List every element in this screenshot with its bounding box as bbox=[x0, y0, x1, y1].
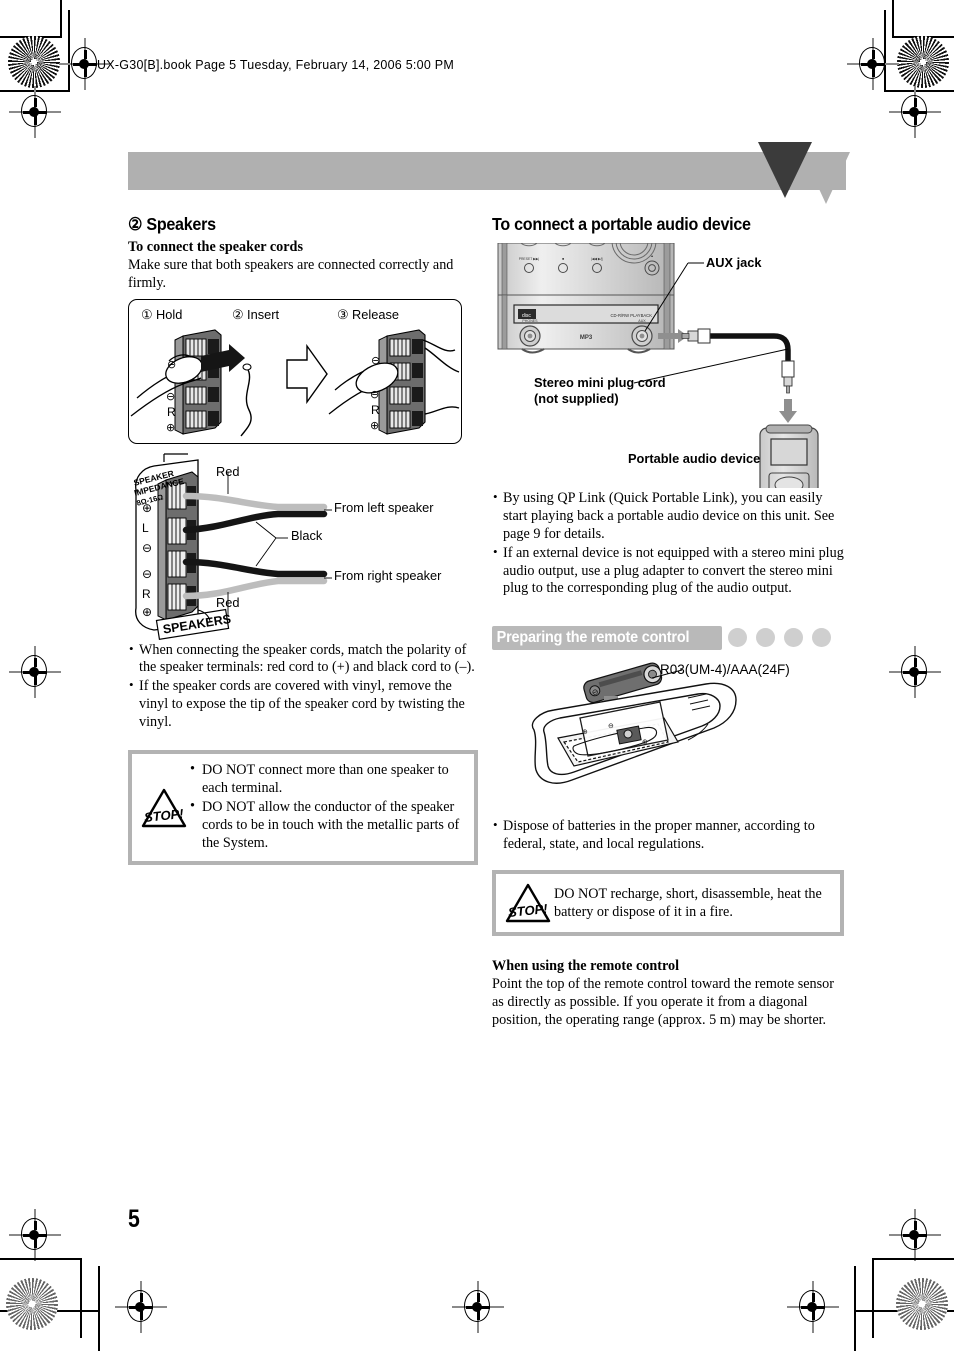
svg-text:⊖: ⊖ bbox=[142, 541, 152, 555]
registration-star-top-right bbox=[897, 36, 949, 88]
section-dot bbox=[756, 628, 775, 648]
remote-usage-text: Point the top of the remote control towa… bbox=[492, 976, 834, 1028]
svg-text:R: R bbox=[371, 403, 380, 417]
list-item: DO NOT allow the conductor of the speake… bbox=[190, 798, 464, 853]
speaker-caution-box: STOP! DO NOT connect more than one speak… bbox=[128, 749, 478, 866]
list-item: Dispose of batteries in the proper manne… bbox=[492, 817, 847, 854]
registration-mark-right-middle bbox=[889, 646, 941, 698]
section-dot bbox=[784, 628, 803, 648]
svg-text:⊖: ⊖ bbox=[371, 354, 380, 367]
registration-mark-left-upper bbox=[9, 86, 61, 138]
svg-text:⊖: ⊖ bbox=[142, 567, 152, 581]
svg-text:L: L bbox=[142, 521, 149, 535]
section-dot bbox=[728, 628, 747, 648]
svg-text:⊖: ⊖ bbox=[166, 390, 175, 403]
registration-mark-left-lower bbox=[9, 1209, 61, 1261]
svg-text:⊕: ⊕ bbox=[142, 501, 152, 515]
svg-text:⊕: ⊕ bbox=[370, 419, 379, 432]
step-label-release: ③ Release bbox=[337, 306, 399, 322]
label-from-right-speaker: From right speaker bbox=[334, 567, 442, 583]
label-portable-audio-device: Portable audio device bbox=[628, 451, 761, 466]
remote-usage-heading: When using the remote control bbox=[492, 958, 680, 975]
right-column: To connect a portable audio device PRESE… bbox=[492, 214, 847, 1035]
registration-mark-bottom-left bbox=[115, 1281, 167, 1333]
label-from-left-speaker: From left speaker bbox=[334, 499, 434, 515]
caution-list: DO NOT connect more than one speaker to … bbox=[190, 761, 464, 853]
header-banner-bar bbox=[128, 152, 846, 190]
running-header: UX-G30[B].book Page 5 Tuesday, February … bbox=[97, 58, 455, 72]
speaker-cords-subheading: To connect the speaker cords bbox=[128, 239, 303, 255]
list-item: If an external device is not equipped wi… bbox=[492, 544, 847, 599]
registration-star-top-left bbox=[8, 36, 60, 88]
svg-text:PRESET ▶▶|: PRESET ▶▶| bbox=[519, 257, 540, 261]
registration-mark-bottom-center bbox=[452, 1281, 504, 1333]
svg-text:■: ■ bbox=[562, 257, 564, 261]
portable-audio-notes-list: By using QP Link (Quick Portable Link), … bbox=[492, 489, 847, 599]
left-column: ② Speakers To connect the speaker cords … bbox=[128, 214, 483, 866]
speakers-intro-text: Make sure that both speakers are connect… bbox=[128, 257, 454, 291]
stop-icon: STOP! bbox=[138, 787, 190, 829]
registration-mark-top-right bbox=[847, 38, 899, 90]
wiring-diagram: SPEAKER IMPEDANCE 8Ω-16Ω ⊕ L ⊖ ⊖ R ⊕ SPE… bbox=[133, 452, 332, 640]
label-black: Black bbox=[291, 527, 323, 543]
section-dots bbox=[728, 628, 831, 648]
list-item: When connecting the speaker cords, match… bbox=[128, 641, 483, 678]
svg-text:|◀◀ ▶/||: |◀◀ ▶/|| bbox=[591, 257, 603, 261]
svg-text:R: R bbox=[142, 587, 151, 601]
remote-battery-figure: ⊖ ⊕ ⊖ ⊕ R03(UM-4)/AAA(24F) bbox=[492, 656, 847, 816]
svg-text:MP3: MP3 bbox=[580, 335, 593, 341]
registration-star-bottom-left bbox=[6, 1278, 58, 1330]
label-battery-type: R03(UM-4)/AAA(24F) bbox=[660, 662, 790, 678]
registration-star-bottom-right bbox=[896, 1278, 948, 1330]
svg-text:⊖: ⊖ bbox=[370, 388, 379, 401]
label-stereo-mini-plug-cord-line1: Stereo mini plug cord bbox=[534, 375, 666, 390]
svg-text:⊕: ⊕ bbox=[166, 421, 175, 434]
remote-control-illustration: ⊖ ⊕⊖⊕ bbox=[531, 662, 737, 785]
label-aux-jack: AUX jack bbox=[706, 255, 762, 270]
section-title: Preparing the remote control bbox=[496, 629, 690, 647]
registration-mark-right-upper bbox=[889, 86, 941, 138]
svg-text:AUX: AUX bbox=[638, 319, 646, 323]
page-number: 5 bbox=[128, 1205, 140, 1233]
svg-text:R: R bbox=[167, 405, 176, 419]
section-dot bbox=[812, 628, 831, 648]
battery-caution-box: STOP! DO NOT recharge, short, disassembl… bbox=[492, 870, 844, 937]
label-red-bottom: Red bbox=[216, 594, 240, 610]
caution-text: DO NOT recharge, short, disassemble, hea… bbox=[554, 885, 822, 921]
registration-mark-right-lower bbox=[889, 1209, 941, 1261]
registration-mark-bottom-right bbox=[787, 1281, 839, 1333]
stop-icon: STOP! bbox=[502, 882, 554, 924]
label-stereo-mini-plug-cord-line2: (not supplied) bbox=[534, 391, 619, 406]
portable-audio-heading: To connect a portable audio device bbox=[492, 214, 751, 234]
list-item: By using QP Link (Quick Portable Link), … bbox=[492, 489, 847, 544]
svg-text:⊖: ⊖ bbox=[608, 722, 614, 730]
battery-notes-list: Dispose of batteries in the proper manne… bbox=[492, 817, 847, 854]
speaker-terminal-illustrations: ⊖ ⊖ R ⊕ ⊖ ⊖ R ⊕ bbox=[130, 328, 460, 436]
svg-text:⊕: ⊕ bbox=[582, 728, 588, 736]
aux-connection-figure: PRESET ▶▶| ■ |◀◀ ▶/|| ▲ disc CD-R/RW PLAYB… bbox=[492, 243, 847, 488]
list-item: If the speaker cords are covered with vi… bbox=[128, 677, 483, 732]
step-label-hold: ① Hold bbox=[141, 306, 183, 322]
svg-text:⊕: ⊕ bbox=[642, 738, 648, 746]
svg-text:⊕: ⊕ bbox=[142, 605, 152, 619]
label-red-top: Red bbox=[216, 463, 240, 479]
speaker-terminal-wiring-figure: SPEAKER IMPEDANCE 8Ω-16Ω ⊕ L ⊖ ⊖ R ⊕ SPE… bbox=[128, 450, 468, 640]
svg-text:CD-R/RW PLAYBACK: CD-R/RW PLAYBACK bbox=[611, 313, 653, 318]
svg-text:⊖: ⊖ bbox=[167, 358, 176, 371]
speaker-cord-steps-figure: ① Hold ② Insert ③ Release ⊖ ⊖ R ⊕ ⊖ ⊖ R … bbox=[128, 298, 462, 444]
svg-text:▲: ▲ bbox=[650, 254, 653, 258]
speaker-notes-list: When connecting the speaker cords, match… bbox=[128, 641, 483, 732]
header-banner-triangle-dark bbox=[758, 142, 812, 198]
speakers-heading: ② Speakers bbox=[128, 214, 216, 234]
remote-control-section-header: Preparing the remote control bbox=[492, 626, 847, 651]
registration-mark-left-middle bbox=[9, 646, 61, 698]
list-item: DO NOT connect more than one speaker to … bbox=[190, 761, 464, 798]
page-canvas: UX-G30[B].book Page 5 Tuesday, February … bbox=[0, 0, 954, 1351]
step-label-insert: ② Insert bbox=[232, 306, 280, 322]
svg-text:PHONES: PHONES bbox=[522, 319, 538, 323]
